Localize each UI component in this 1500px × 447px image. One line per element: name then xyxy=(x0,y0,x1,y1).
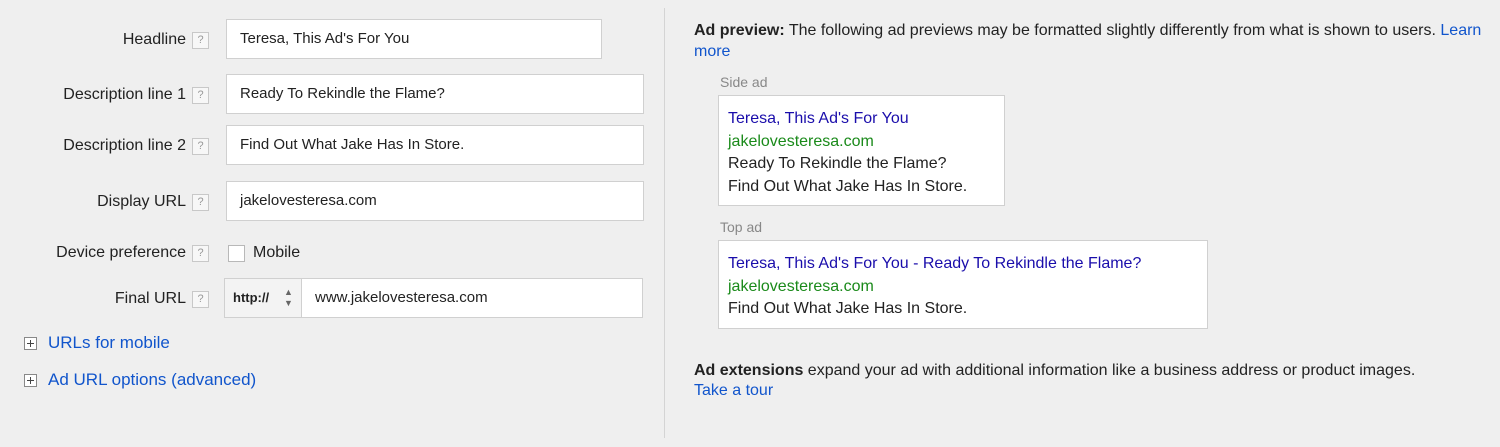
protocol-value: http:// xyxy=(233,290,270,305)
final-url-label: Final URL xyxy=(114,290,186,307)
help-icon[interactable]: ? xyxy=(192,194,209,211)
top-ad-url: jakelovesteresa.com xyxy=(728,277,874,295)
final-url-input[interactable]: www.jakelovesteresa.com xyxy=(301,278,643,318)
description2-input[interactable]: Find Out What Jake Has In Store. xyxy=(226,125,644,165)
description1-row: Description line 1 ? Ready To Rekindle t… xyxy=(0,74,664,116)
help-icon[interactable]: ? xyxy=(192,32,209,49)
side-ad-preview: Teresa, This Ad's For You jakelovesteres… xyxy=(718,95,1005,206)
ad-preview-description: The following ad previews may be formatt… xyxy=(784,22,1441,39)
headline-input[interactable]: Teresa, This Ad's For You xyxy=(226,19,602,59)
mobile-checkbox-label[interactable]: Mobile xyxy=(253,232,300,274)
mobile-checkbox[interactable] xyxy=(228,245,245,262)
side-ad-url: jakelovesteresa.com xyxy=(728,132,874,150)
top-ad-label: Top ad xyxy=(720,219,763,235)
device-preference-row: Device preference ? Mobile xyxy=(0,232,664,274)
side-ad-line1: Ready To Rekindle the Flame? xyxy=(728,155,947,172)
ad-preview-heading: Ad preview: The following ad previews ma… xyxy=(694,20,1484,62)
side-ad-label: Side ad xyxy=(720,74,768,90)
ad-extensions-description: expand your ad with additional informati… xyxy=(803,362,1416,379)
side-ad-line2: Find Out What Jake Has In Store. xyxy=(728,177,968,195)
final-url-row: Final URL ? http:// ▲ ▼ www.jakelovestere… xyxy=(0,278,664,320)
ad-preview-title: Ad preview: xyxy=(694,22,785,39)
help-icon[interactable]: ? xyxy=(192,138,209,155)
description1-input[interactable]: Ready To Rekindle the Flame? xyxy=(226,74,644,114)
ad-form-panel: Headline ? Teresa, This Ad's For You Des… xyxy=(0,0,664,447)
device-preference-label: Device preference xyxy=(56,244,186,261)
arrow-down-icon: ▼ xyxy=(284,298,293,308)
display-url-row: Display URL ? jakelovesteresa.com xyxy=(0,181,664,223)
help-icon[interactable]: ? xyxy=(192,291,209,308)
description1-label: Description line 1 xyxy=(63,86,186,103)
expand-plus-icon[interactable] xyxy=(24,337,37,350)
protocol-select[interactable]: http:// ▲ ▼ xyxy=(224,278,302,318)
ad-url-options-link[interactable]: Ad URL options (advanced) xyxy=(48,369,256,391)
top-ad-preview: Teresa, This Ad's For You - Ready To Rek… xyxy=(718,240,1208,329)
display-url-input[interactable]: jakelovesteresa.com xyxy=(226,181,644,221)
urls-for-mobile-link[interactable]: URLs for mobile xyxy=(48,332,170,354)
side-ad-title: Teresa, This Ad's For You xyxy=(728,110,909,127)
top-ad-title: Teresa, This Ad's For You - Ready To Rek… xyxy=(728,255,1142,272)
take-a-tour-link[interactable]: Take a tour xyxy=(694,382,773,399)
description2-row: Description line 2 ? Find Out What Jake … xyxy=(0,125,664,167)
help-icon[interactable]: ? xyxy=(192,87,209,104)
ad-extensions-title: Ad extensions xyxy=(694,362,804,379)
headline-label: Headline xyxy=(122,31,186,48)
ad-preview-panel: Ad preview: The following ad previews ma… xyxy=(665,0,1500,447)
description2-label: Description line 2 xyxy=(63,137,186,154)
display-url-label: Display URL xyxy=(97,193,186,210)
ad-extensions-info: Ad extensions expand your ad with additi… xyxy=(694,361,1454,401)
top-ad-line1: Find Out What Jake Has In Store. xyxy=(728,300,968,317)
expand-plus-icon[interactable] xyxy=(24,374,37,387)
help-icon[interactable]: ? xyxy=(192,245,209,262)
headline-row: Headline ? Teresa, This Ad's For You xyxy=(0,19,664,61)
